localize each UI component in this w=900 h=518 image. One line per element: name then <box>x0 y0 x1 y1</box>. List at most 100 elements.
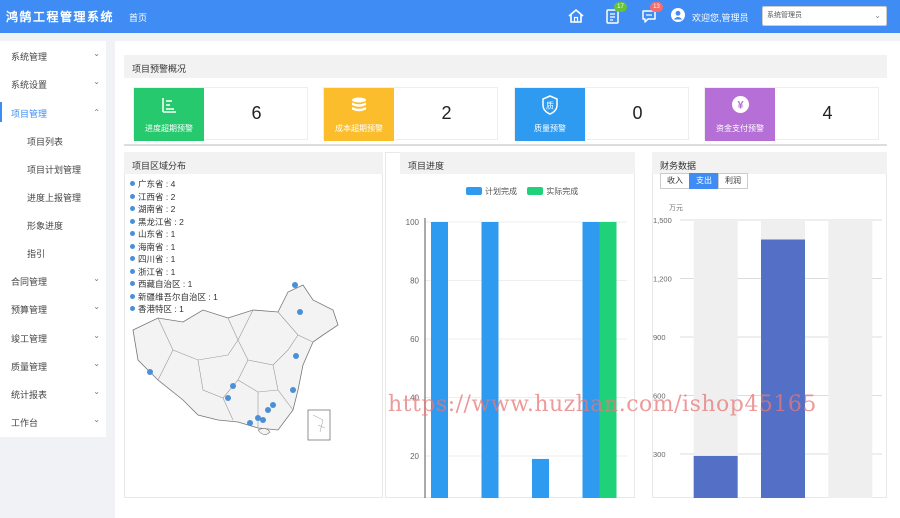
region-header: 项目区域分布 <box>124 152 383 174</box>
sidebar-item-system-management[interactable]: 系统管理 ⌄ <box>0 42 106 68</box>
sidebar-item-label: 预算管理 <box>11 305 48 315</box>
legend-item-actual[interactable]: 实际完成 <box>527 187 578 196</box>
bar-planned[interactable] <box>582 222 600 498</box>
chevron-down-icon: ⌄ <box>93 331 100 340</box>
region-item[interactable]: 香港特区 : 1 <box>130 303 218 316</box>
legend-dot <box>130 256 135 261</box>
stat-card-label: 进度超期预警 <box>145 124 193 133</box>
legend-swatch <box>466 187 482 195</box>
sidebar-subitem-visual-progress[interactable]: 形象进度 <box>0 211 106 237</box>
finance-header: 财务数据 <box>652 152 887 174</box>
finance-tabs: 收入 支出 利润 <box>660 173 748 189</box>
sidebar-item-budget[interactable]: 预算管理 ⌄ <box>0 295 106 321</box>
y-tick-label: 60 <box>410 335 419 344</box>
region-item[interactable]: 新疆维吾尔自治区 : 1 <box>130 291 218 304</box>
sidebar-item-reports[interactable]: 统计报表 ⌄ <box>0 380 106 406</box>
progress-bar-chart: 10080604020 <box>406 218 627 498</box>
legend-swatch <box>527 187 544 195</box>
y-tick-label: 20 <box>410 452 419 461</box>
svg-text:质: 质 <box>546 101 554 111</box>
sidebar-item-label: 系统管理 <box>11 52 48 62</box>
y-tick-label: 100 <box>406 218 420 227</box>
stat-card-payment[interactable]: ¥ 资金支付预警 4 <box>704 87 879 141</box>
sidebar-item-label: 形象进度 <box>27 221 64 231</box>
tab-expense[interactable]: 支出 <box>689 173 719 189</box>
sidebar-item-label: 合同管理 <box>11 277 48 287</box>
region-item[interactable]: 广东省 : 4 <box>130 178 218 191</box>
stat-card-cost[interactable]: 成本超期预警 2 <box>323 87 498 141</box>
region-item[interactable]: 山东省 : 1 <box>130 228 218 241</box>
legend-item-planned[interactable]: 计划完成 <box>466 187 517 196</box>
stat-card-icon-area: 质 质量预警 <box>515 88 585 141</box>
stat-card-quality[interactable]: 质 质量预警 0 <box>514 87 689 141</box>
map-marker[interactable] <box>230 383 236 389</box>
map-marker[interactable] <box>255 415 261 421</box>
sidebar-subitem-guide[interactable]: 指引 <box>0 239 106 265</box>
yen-coin-icon: ¥ <box>732 96 749 113</box>
sidebar-subitem-project-list[interactable]: 项目列表 <box>0 127 106 153</box>
legend-dot <box>130 306 135 311</box>
home-link[interactable]: 首页 <box>129 11 147 24</box>
home-icon[interactable] <box>567 7 585 25</box>
region-legend: 广东省 : 4 江西省 : 2 湖南省 : 2 黑龙江省 : 2 山东省 : 1… <box>130 178 218 316</box>
sidebar-item-workbench[interactable]: 工作台 ⌄ <box>0 408 106 434</box>
progress-legend: 计划完成 实际完成 <box>466 186 578 197</box>
sidebar-subitem-progress-report[interactable]: 进度上报管理 <box>0 183 106 209</box>
map-marker[interactable] <box>225 395 231 401</box>
tab-income[interactable]: 收入 <box>660 173 690 189</box>
role-select[interactable]: 系统管理员 ⌄ <box>762 6 887 26</box>
sidebar-item-label: 指引 <box>27 249 46 259</box>
y-tick-label: 1,200 <box>653 275 672 284</box>
chevron-down-icon: ⌄ <box>93 415 100 424</box>
region-item-label: 山东省 : 1 <box>138 229 176 239</box>
legend-dot <box>130 268 135 274</box>
sidebar-item-project-management[interactable]: 项目管理 ⌃ <box>0 99 106 125</box>
sidebar-item-contract[interactable]: 合同管理 ⌄ <box>0 267 106 293</box>
bar-actual[interactable] <box>599 222 617 498</box>
progress-chart-icon <box>162 98 176 113</box>
stat-card-icon-area: 成本超期预警 <box>324 88 394 141</box>
region-item[interactable]: 湖南省 : 2 <box>130 203 218 216</box>
map-marker[interactable] <box>147 369 153 375</box>
region-item[interactable]: 四川省 : 1 <box>130 253 218 266</box>
user-avatar-icon[interactable] <box>671 8 685 22</box>
region-item[interactable]: 江西省 : 2 <box>130 191 218 204</box>
stat-card-label: 成本超期预警 <box>335 124 383 133</box>
bar-value[interactable] <box>693 455 738 498</box>
map-marker[interactable] <box>265 407 271 413</box>
sidebar-item-system-settings[interactable]: 系统设置 ⌄ <box>0 70 106 96</box>
stat-card-value: 4 <box>822 103 833 123</box>
quality-shield-icon: 质 <box>542 95 558 115</box>
map-marker[interactable] <box>290 387 296 393</box>
region-item[interactable]: 西藏自治区 : 1 <box>130 278 218 291</box>
map-marker[interactable] <box>292 282 298 288</box>
sidebar: 系统管理 ⌄ 系统设置 ⌄ 项目管理 ⌃ 项目列表 项目计划管理 进度上报管理 … <box>0 41 106 437</box>
chevron-up-icon: ⌃ <box>93 108 100 117</box>
bar-planned[interactable] <box>431 222 448 498</box>
legend-dot <box>130 281 135 286</box>
map-marker[interactable] <box>247 420 253 426</box>
region-item[interactable]: 浙江省 : 1 <box>130 266 218 279</box>
bar-planned[interactable] <box>532 458 549 498</box>
sidebar-item-label: 项目列表 <box>27 137 64 147</box>
sidebar-item-label: 竣工管理 <box>11 334 48 344</box>
region-title: 项目区域分布 <box>132 161 187 171</box>
bar-planned[interactable] <box>481 222 499 498</box>
region-item[interactable]: 海南省 : 1 <box>130 241 218 254</box>
map-marker[interactable] <box>293 353 299 359</box>
region-item-label: 广东省 : 4 <box>138 179 176 189</box>
welcome-text: 欢迎您,管理员 <box>692 13 749 23</box>
bar-value[interactable] <box>761 239 805 499</box>
region-item[interactable]: 黑龙江省 : 2 <box>130 216 218 229</box>
region-item-label: 浙江省 : 1 <box>138 266 176 277</box>
sidebar-subitem-project-plan[interactable]: 项目计划管理 <box>0 155 106 181</box>
map-marker[interactable] <box>297 309 303 315</box>
tab-profit[interactable]: 利润 <box>718 173 748 189</box>
y-tick-label: 1,500 <box>653 216 672 225</box>
role-select-value: 系统管理员 <box>767 12 802 19</box>
map-marker[interactable] <box>270 402 276 408</box>
stat-card-schedule[interactable]: 进度超期预警 6 <box>133 87 308 141</box>
sidebar-item-quality[interactable]: 质量管理 ⌄ <box>0 352 106 378</box>
sidebar-item-completion[interactable]: 竣工管理 ⌄ <box>0 324 106 350</box>
chevron-down-icon: ⌄ <box>93 359 100 368</box>
